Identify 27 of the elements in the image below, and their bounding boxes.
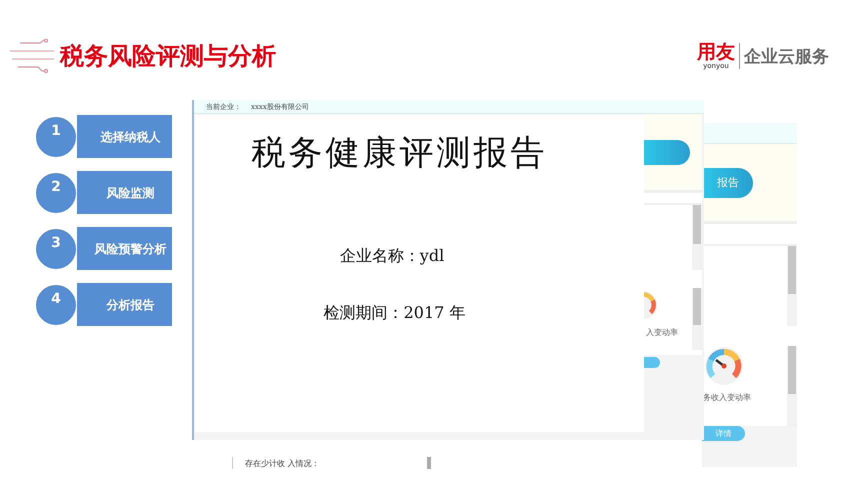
report-button[interactable]: 报告 xyxy=(702,168,753,198)
brand-service: 企业云服务 xyxy=(744,46,829,68)
step-number: 1 xyxy=(35,116,77,158)
step-label[interactable]: 选择纳税人 xyxy=(77,115,172,158)
gauge-label: 入变动率 xyxy=(646,327,678,338)
step-number: 4 xyxy=(35,284,77,326)
report-button[interactable] xyxy=(644,140,690,164)
step-number: 2 xyxy=(35,172,77,214)
scrollbar[interactable] xyxy=(692,205,702,270)
step-label[interactable]: 风险预警分析 xyxy=(77,227,172,270)
step-number: 3 xyxy=(35,228,77,270)
scrollbar[interactable] xyxy=(787,346,797,426)
footer-note: 存在少计收 入情况： xyxy=(245,458,321,468)
scrollbar xyxy=(427,457,431,469)
company-name-line: 企业名称：ydl xyxy=(340,246,444,267)
brand-logo: 用友 xyxy=(697,42,735,62)
scrollbar[interactable] xyxy=(692,288,702,350)
step-label[interactable]: 风险监测 xyxy=(77,171,172,214)
gauge-label: 务收入变动率 xyxy=(703,392,751,403)
details-button[interactable] xyxy=(644,357,660,368)
report-title: 税务健康评测报告 xyxy=(252,132,548,175)
details-button[interactable]: 详情 xyxy=(702,426,745,441)
step-label[interactable]: 分析报告 xyxy=(77,283,172,326)
page-title: 税务风险评测与分析 xyxy=(60,41,276,72)
scrollbar[interactable] xyxy=(787,246,797,326)
period-line: 检测期间：2017 年 xyxy=(324,303,466,324)
circuit-lines-icon xyxy=(10,39,54,73)
